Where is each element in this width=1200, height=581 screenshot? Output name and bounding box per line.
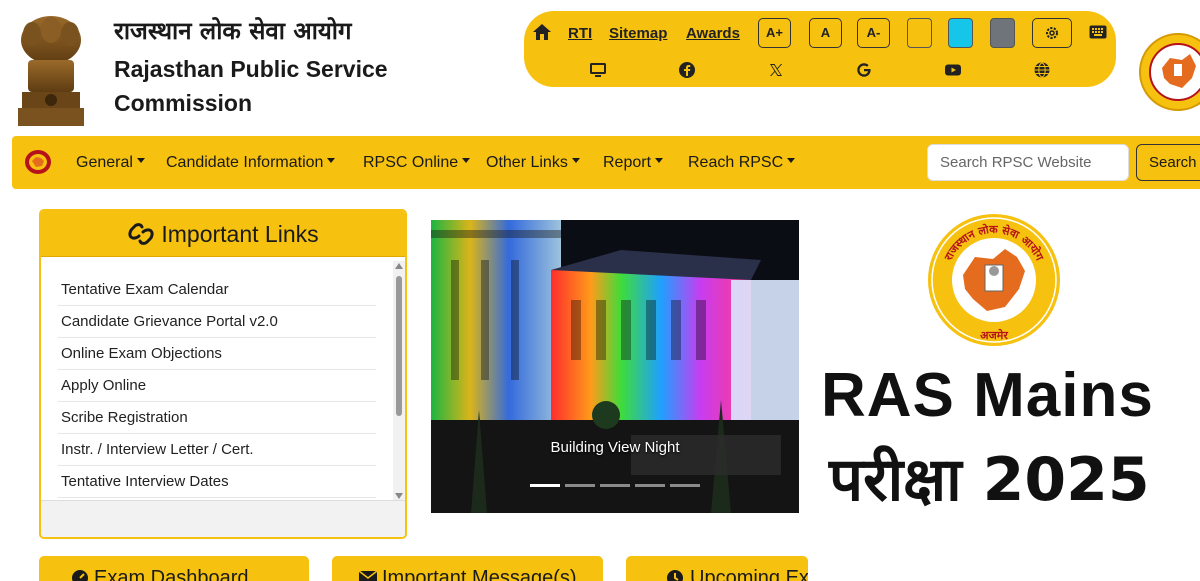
clock-icon — [667, 570, 683, 581]
scroll-thumb[interactable] — [396, 276, 402, 416]
promo-seal-text-bottom: अजमेर — [980, 328, 1008, 342]
org-name-english: Rajasthan Public Service Commission — [114, 52, 414, 120]
utility-bar: RTI Sitemap Awards A+ A A- — [524, 11, 1116, 87]
youtube-icon[interactable] — [944, 61, 962, 79]
search-button[interactable]: Search — [1136, 144, 1200, 181]
nav-report[interactable]: Report — [603, 154, 664, 172]
links-scrollbar[interactable] — [393, 261, 405, 501]
home-icon[interactable] — [532, 22, 552, 42]
search-input[interactable] — [927, 144, 1129, 181]
carousel-caption: Building View Night — [550, 439, 680, 456]
dashboard-icon — [72, 570, 88, 581]
important-links-header: Important Links — [41, 211, 405, 257]
important-messages-label: Important Message(s) — [382, 567, 577, 581]
google-icon[interactable] — [855, 61, 873, 79]
upcoming-exams-label: Upcoming Ex — [690, 567, 808, 581]
rti-link[interactable]: RTI — [568, 25, 592, 42]
important-links-title: Important Links — [161, 221, 319, 247]
important-links-panel: Important Links Tentative Exam Calendar … — [39, 209, 407, 539]
nav-other-links[interactable]: Other Links — [486, 154, 580, 172]
upcoming-exams-card[interactable]: Upcoming Ex — [626, 556, 808, 581]
org-name-hindi: राजस्थान लोक सेवा आयोग — [114, 17, 352, 45]
font-increase-button[interactable]: A+ — [758, 18, 791, 48]
utility-row-social — [524, 57, 1116, 83]
promo-title-line-2: परीक्षा 2025 — [829, 445, 1150, 515]
nav-reach-rpsc[interactable]: Reach RPSC — [688, 154, 796, 172]
rpsc-seal-logo[interactable] — [1138, 32, 1200, 112]
envelope-icon — [358, 570, 378, 581]
org-name-line-1: Rajasthan Public Service — [114, 56, 388, 82]
font-reset-button[interactable]: A — [809, 18, 842, 48]
important-messages-card[interactable]: Important Message(s) — [332, 556, 603, 581]
link-interview-letter[interactable]: Instr. / Interview Letter / Cert. — [58, 434, 376, 466]
important-links-footer — [41, 500, 405, 537]
keyboard-icon[interactable] — [1089, 25, 1107, 39]
nav-candidate-information[interactable]: Candidate Information — [166, 154, 336, 172]
theme-cyan-button[interactable] — [948, 18, 973, 48]
link-tentative-interview-dates[interactable]: Tentative Interview Dates — [58, 466, 376, 498]
link-tentative-exam-calendar[interactable]: Tentative Exam Calendar — [58, 274, 376, 306]
x-icon[interactable] — [767, 61, 785, 79]
building-night-image — [431, 220, 799, 513]
carousel-dot-5[interactable] — [670, 484, 700, 487]
link-candidate-grievance-portal[interactable]: Candidate Grievance Portal v2.0 — [58, 306, 376, 338]
scroll-up-arrow-icon[interactable] — [395, 263, 403, 269]
exam-dashboard-label: Exam Dashboard — [94, 567, 249, 581]
sitemap-link[interactable]: Sitemap — [609, 25, 667, 42]
carousel-dot-2[interactable] — [565, 484, 595, 487]
state-emblem-logo[interactable] — [10, 10, 92, 128]
link-apply-online[interactable]: Apply Online — [58, 370, 376, 402]
link-online-exam-objections[interactable]: Online Exam Objections — [58, 338, 376, 370]
theme-gray-button[interactable] — [990, 18, 1015, 48]
link-icon — [128, 223, 154, 245]
desktop-icon[interactable] — [589, 61, 607, 79]
scroll-down-arrow-icon[interactable] — [395, 493, 403, 499]
awards-link[interactable]: Awards — [686, 25, 740, 42]
exam-dashboard-card[interactable]: Exam Dashboard — [39, 556, 309, 581]
carousel-dot-3[interactable] — [600, 484, 630, 487]
rpsc-promo-seal: राजस्थान लोक सेवा आयोग अजमेर — [927, 213, 1061, 347]
facebook-icon[interactable] — [678, 61, 696, 79]
carousel-dot-4[interactable] — [635, 484, 665, 487]
utility-row-top: RTI Sitemap Awards A+ A A- — [524, 18, 1116, 50]
carousel-dot-1[interactable] — [530, 484, 560, 487]
org-name-line-2: Commission — [114, 90, 253, 116]
promo-title-line-1: RAS Mains — [821, 361, 1154, 430]
theme-yellow-button[interactable] — [907, 18, 932, 48]
font-decrease-button[interactable]: A- — [857, 18, 890, 48]
nav-home-logo[interactable] — [24, 149, 52, 175]
image-carousel[interactable]: Building View Night — [431, 220, 799, 513]
nav-general[interactable]: General — [76, 154, 145, 172]
link-scribe-registration[interactable]: Scribe Registration — [58, 402, 376, 434]
globe-icon[interactable] — [1033, 61, 1051, 79]
nav-rpsc-online[interactable]: RPSC Online — [363, 154, 471, 172]
gear-icon — [1046, 27, 1058, 39]
main-navbar: General Candidate Information RPSC Onlin… — [12, 136, 1200, 189]
important-links-list: Tentative Exam Calendar Candidate Grieva… — [41, 257, 405, 500]
settings-button[interactable] — [1032, 18, 1072, 48]
